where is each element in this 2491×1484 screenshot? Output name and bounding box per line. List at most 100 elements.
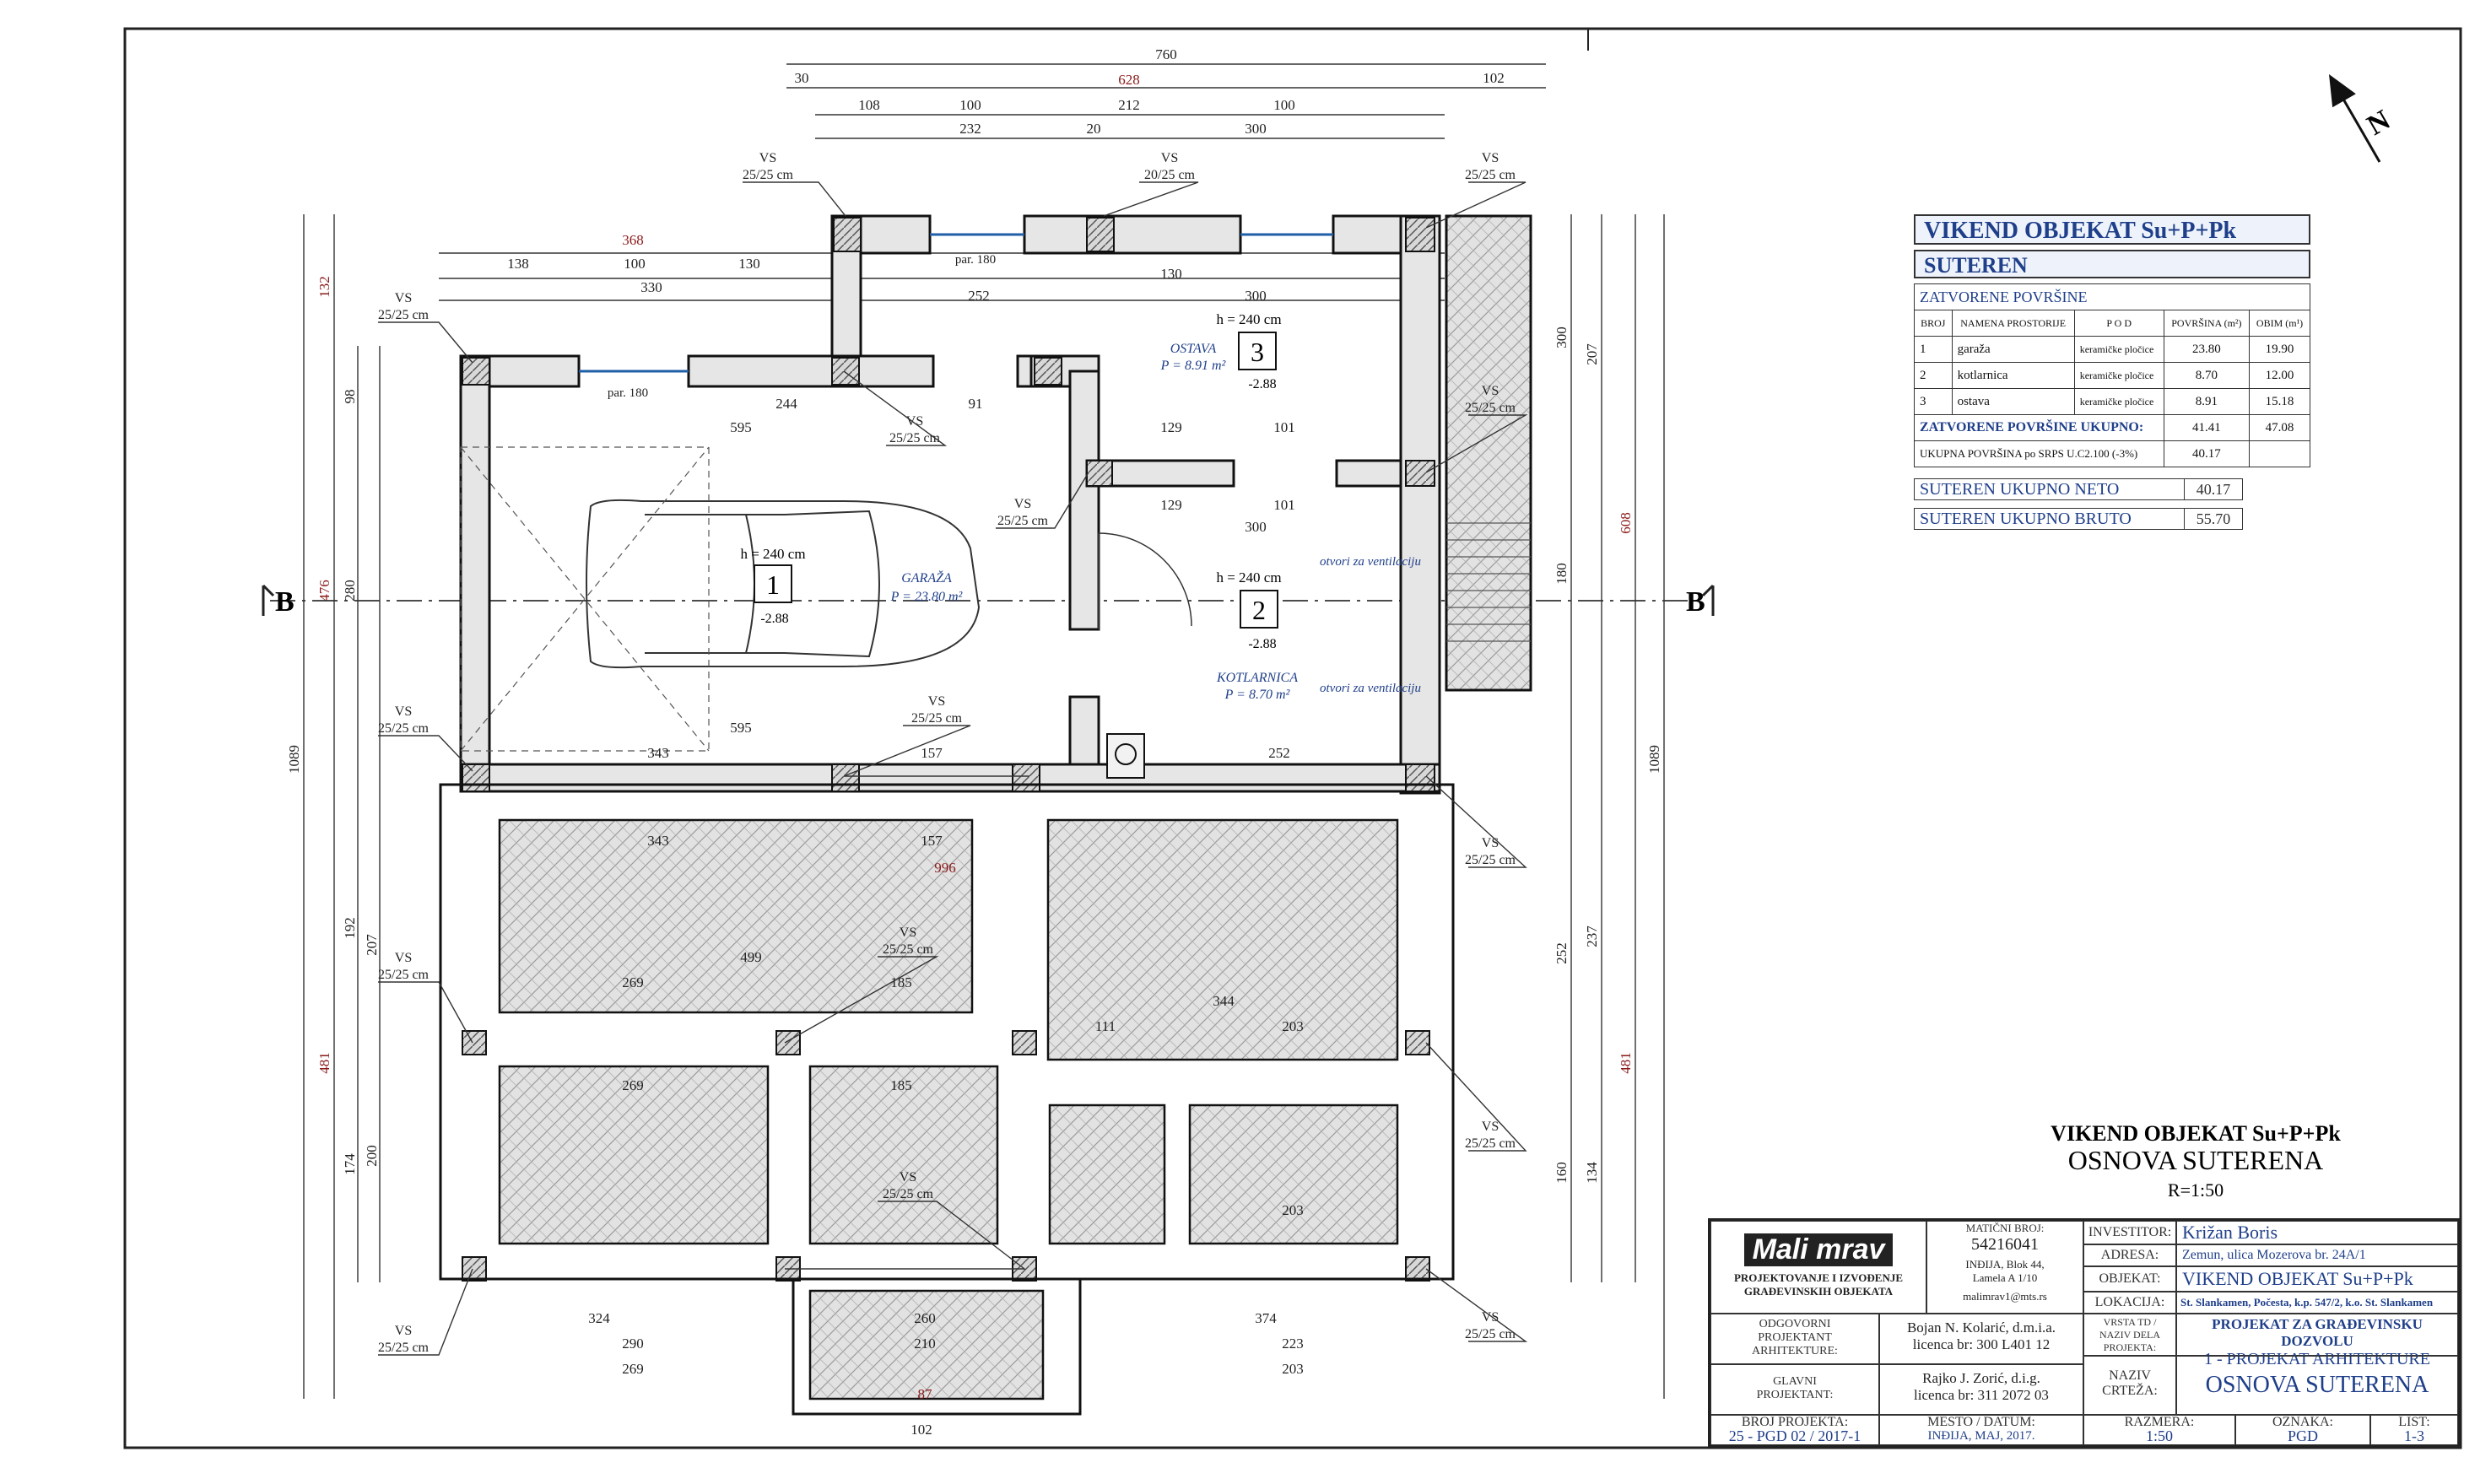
drawing-title: VIKEND OBJEKAT Su+P+Pk OSNOVA SUTERENA R… bbox=[2051, 1121, 2341, 1201]
dim-101a: 101 bbox=[1273, 419, 1295, 435]
svg-text:h = 240 cm: h = 240 cm bbox=[1216, 311, 1281, 327]
svg-text:25/25 cm: 25/25 cm bbox=[997, 514, 1049, 528]
svg-text:P = 8.91 m²: P = 8.91 m² bbox=[1160, 359, 1227, 373]
dim-595a: 595 bbox=[730, 419, 752, 435]
table-section-title: ZATVORENE POVRŠINE bbox=[1914, 283, 2310, 310]
dim-157b: 157 bbox=[921, 745, 943, 761]
drawing-name: OSNOVA SUTERENA bbox=[2176, 1356, 2458, 1415]
dim-left-207: 207 bbox=[364, 934, 380, 956]
col-obim: OBIM (m¹) bbox=[2249, 310, 2310, 337]
svg-text:h = 240 cm: h = 240 cm bbox=[1216, 569, 1281, 586]
svg-text:2: 2 bbox=[1252, 595, 1266, 625]
dim-1018: 87 bbox=[918, 1386, 933, 1402]
svg-text:VS: VS bbox=[928, 694, 945, 709]
bruto-value: 55.70 bbox=[2184, 508, 2243, 530]
svg-text:VS: VS bbox=[900, 1170, 916, 1185]
svg-text:-2.88: -2.88 bbox=[1248, 377, 1276, 391]
dim-100: 100 bbox=[624, 256, 646, 272]
investor-name: Križan Boris bbox=[2176, 1221, 2458, 1244]
svg-text:h = 240 cm: h = 240 cm bbox=[740, 546, 805, 562]
svg-text:N: N bbox=[2362, 104, 2396, 142]
dim-right-207: 207 bbox=[1584, 343, 1600, 365]
svg-text:25/25 cm: 25/25 cm bbox=[1465, 168, 1516, 182]
dim-top-300: 300 bbox=[1245, 121, 1267, 137]
dim-330: 330 bbox=[640, 279, 662, 295]
table-header-level: SUTEREN bbox=[1914, 250, 2310, 278]
svg-text:3: 3 bbox=[1251, 337, 1264, 367]
room-3-label: 3 h = 240 cm OSTAVA P = 8.91 m² -2.88 bbox=[1160, 311, 1282, 391]
dim-right-252: 252 bbox=[1553, 942, 1570, 964]
dim-91: 91 bbox=[969, 396, 983, 412]
dim-252b: 252 bbox=[1268, 745, 1290, 761]
svg-text:25/25 cm: 25/25 cm bbox=[743, 168, 794, 182]
svg-text:25/25 cm: 25/25 cm bbox=[1465, 401, 1516, 415]
dim-top-100b: 100 bbox=[1273, 97, 1295, 113]
svg-text:OSTAVA: OSTAVA bbox=[1170, 342, 1217, 356]
dim-left-174: 174 bbox=[342, 1153, 358, 1175]
svg-text:25/25 cm: 25/25 cm bbox=[883, 942, 934, 957]
dim-129a: 129 bbox=[1160, 419, 1182, 435]
svg-text:VS: VS bbox=[1482, 836, 1499, 850]
svg-text:VS: VS bbox=[1482, 151, 1499, 165]
dim-left-476: 476 bbox=[316, 580, 332, 602]
dim-595b: 595 bbox=[730, 720, 752, 736]
svg-text:25/25 cm: 25/25 cm bbox=[378, 968, 430, 982]
srps-value: 40.17 bbox=[2163, 440, 2251, 467]
north-arrow: N bbox=[2329, 74, 2396, 163]
svg-text:25/25 cm: 25/25 cm bbox=[378, 721, 430, 736]
neto-value: 40.17 bbox=[2184, 478, 2243, 500]
total-perim: 47.08 bbox=[2249, 414, 2310, 441]
svg-text:VS: VS bbox=[395, 951, 412, 965]
dim-344: 344 bbox=[1213, 993, 1235, 1009]
svg-text:25/25 cm: 25/25 cm bbox=[378, 1341, 430, 1355]
total-label: ZATVORENE POVRŠINE UKUPNO: bbox=[1914, 414, 2164, 441]
dim-right-180: 180 bbox=[1553, 563, 1570, 585]
dim-right-300: 300 bbox=[1553, 326, 1570, 348]
architect-name: Bojan N. Kolarić, d.m.i.a. bbox=[1906, 1319, 2056, 1336]
col-povrsina: POVRŠINA (m²) bbox=[2163, 310, 2251, 337]
dim-left-280: 280 bbox=[342, 580, 358, 602]
dim-129b: 129 bbox=[1160, 497, 1182, 513]
svg-text:25/25 cm: 25/25 cm bbox=[1465, 853, 1516, 867]
dim-130b: 130 bbox=[1160, 266, 1182, 282]
dim-223: 223 bbox=[1282, 1336, 1304, 1352]
dim-101b: 101 bbox=[1273, 497, 1295, 513]
dim-343: 343 bbox=[647, 833, 669, 849]
dim-top-102: 102 bbox=[1483, 70, 1505, 86]
dim-right-237: 237 bbox=[1584, 925, 1600, 947]
dim-210: 210 bbox=[914, 1336, 936, 1352]
svg-text:-2.88: -2.88 bbox=[760, 612, 788, 626]
svg-text:VS: VS bbox=[395, 704, 412, 719]
svg-text:VS: VS bbox=[395, 291, 412, 305]
svg-text:P = 8.70 m²: P = 8.70 m² bbox=[1224, 688, 1291, 702]
srps-label: UKUPNA POVRŠINA po SRPS U.C2.100 (-3%) bbox=[1914, 440, 2164, 467]
dim-right-608: 608 bbox=[1618, 512, 1634, 534]
right-dimensions bbox=[1570, 214, 1665, 1399]
dim-290: 290 bbox=[622, 1336, 644, 1352]
col-broj: BROJ bbox=[1914, 310, 1953, 337]
dim-left-481: 481 bbox=[316, 1052, 332, 1074]
col-pod: P O D bbox=[2073, 310, 2164, 337]
dim-111: 111 bbox=[1095, 1018, 1116, 1034]
title-block: Mali mrav PROJEKTOVANJE I IZVOĐENJE GRAĐ… bbox=[1708, 1218, 2461, 1448]
logo: Mali mrav bbox=[1743, 1233, 1894, 1266]
logo-cell: Mali mrav PROJEKTOVANJE I IZVOĐENJE GRAĐ… bbox=[1710, 1221, 1926, 1314]
svg-text:VS: VS bbox=[1014, 497, 1031, 511]
svg-text:R=1:50: R=1:50 bbox=[2168, 1179, 2224, 1201]
svg-text:VS: VS bbox=[1482, 1310, 1499, 1325]
svg-text:KOTLARNICA: KOTLARNICA bbox=[1216, 671, 1298, 685]
svg-text:VS: VS bbox=[1482, 384, 1499, 398]
total-area: 41.41 bbox=[2163, 414, 2251, 441]
section-mark-right: B bbox=[1686, 586, 1705, 618]
table-header-building: VIKEND OBJEKAT Su+P+Pk bbox=[1914, 214, 2310, 245]
door-arc bbox=[1098, 532, 1192, 627]
table-row: 3 ostava keramičke pločice 8.91 15.18 bbox=[1914, 388, 2310, 415]
svg-text:VS: VS bbox=[759, 151, 776, 165]
dim-260: 260 bbox=[914, 1310, 936, 1326]
dim-269a: 269 bbox=[622, 974, 644, 990]
dim-185b: 185 bbox=[890, 1077, 912, 1093]
dim-996: 996 bbox=[934, 860, 956, 876]
svg-text:20/25 cm: 20/25 cm bbox=[1144, 168, 1196, 182]
dim-right-481: 481 bbox=[1618, 1052, 1634, 1074]
dim-130: 130 bbox=[738, 256, 760, 272]
